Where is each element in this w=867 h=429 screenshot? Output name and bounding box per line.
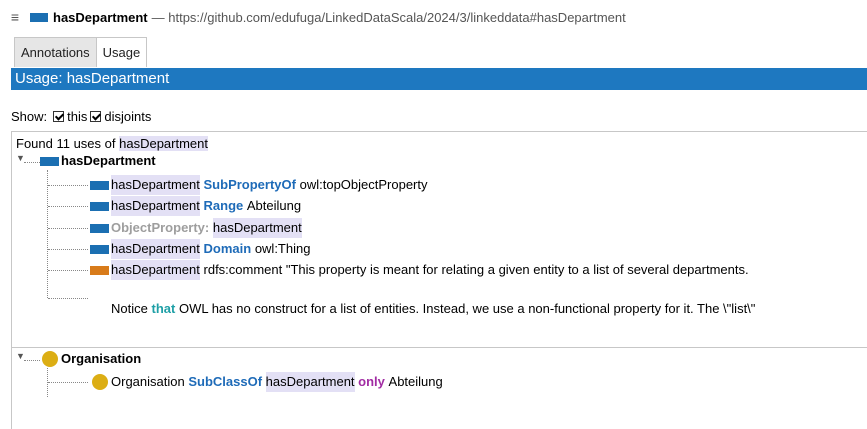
axiom-keyword: SubPropertyOf <box>203 177 296 192</box>
disjoints-checkbox-label: disjoints <box>104 108 152 124</box>
comment-text: Notice <box>111 301 148 316</box>
axiom-subject: hasDepartment <box>111 260 200 280</box>
usage-row[interactable]: hasDepartment SubPropertyOf owl:topObjec… <box>90 175 428 195</box>
axiom-keyword: ObjectProperty: <box>111 220 210 235</box>
axiom-object: hasDepartment <box>212 218 302 238</box>
object-property-icon <box>90 180 109 190</box>
axiom-keyword: Range <box>203 198 244 213</box>
usage-row[interactable]: hasDepartment Domain owl:Thing <box>90 239 310 259</box>
axiom-keyword: Domain <box>203 241 252 256</box>
usage-tree-panel: Found 11 uses of hasDepartment ▼ hasDepa… <box>11 131 867 429</box>
object-property-icon <box>30 12 48 22</box>
comment-keyword: that <box>151 301 176 316</box>
axiom-keyword: SubClassOf <box>188 374 263 389</box>
found-prefix: Found 11 uses of <box>16 136 116 151</box>
axiom-object: Abteilung <box>246 198 302 213</box>
axiom-restriction-keyword: only <box>358 374 385 389</box>
group-header-hasdepartment[interactable]: hasDepartment <box>40 151 156 171</box>
axiom-subject: hasDepartment <box>111 175 200 195</box>
group-header-label: Organisation <box>61 351 142 366</box>
class-icon <box>42 351 58 367</box>
entity-title-bar: ≡ hasDepartment — https://github.com/edu… <box>0 0 867 34</box>
axiom-subject: hasDepartment <box>111 196 200 216</box>
entity-name: hasDepartment <box>53 9 148 25</box>
entity-iri: — https://github.com/edufuga/LinkedDataS… <box>151 9 626 25</box>
usage-row-comment[interactable]: hasDepartment rdfs:comment "This propert… <box>90 260 749 280</box>
show-options: Show: this disjoints <box>11 106 151 126</box>
this-checkbox[interactable] <box>53 110 65 122</box>
this-checkbox-label: this <box>67 108 88 124</box>
comment-continuation: Notice that OWL has no construct for a l… <box>111 299 755 319</box>
object-property-icon <box>40 156 59 166</box>
axiom-property: hasDepartment <box>265 372 355 392</box>
comment-text: OWL has no construct for a list of entit… <box>178 301 756 316</box>
usage-header: Usage: hasDepartment <box>11 68 867 90</box>
group-header-organisation[interactable]: Organisation <box>42 349 141 369</box>
group-header-label: hasDepartment <box>61 153 156 168</box>
view-tabs: Annotations Usage <box>14 37 148 67</box>
axiom-subject: hasDepartment <box>111 239 200 259</box>
found-entity: hasDepartment <box>119 136 209 151</box>
object-property-icon <box>90 244 109 254</box>
usage-row[interactable]: Organisation SubClassOf hasDepartment on… <box>92 372 443 392</box>
menu-icon[interactable]: ≡ <box>8 9 22 25</box>
class-icon <box>92 374 108 390</box>
axiom-object: owl:Thing <box>254 241 311 256</box>
usage-row[interactable]: hasDepartment Range Abteilung <box>90 196 301 216</box>
annotation-property-icon <box>90 265 109 275</box>
show-label: Show: <box>11 108 48 124</box>
tab-annotations[interactable]: Annotations <box>14 37 97 67</box>
axiom-object: Abteilung <box>388 374 443 389</box>
axiom-object: owl:topObjectProperty <box>299 177 428 192</box>
found-count: Found 11 uses of hasDepartment <box>16 136 209 151</box>
usage-row[interactable]: ObjectProperty: hasDepartment <box>90 218 302 238</box>
tab-usage[interactable]: Usage <box>96 37 148 67</box>
axiom-comment: rdfs:comment "This property is meant for… <box>203 262 749 277</box>
disjoints-checkbox[interactable] <box>90 110 102 122</box>
object-property-icon <box>90 223 109 233</box>
object-property-icon <box>90 201 109 211</box>
axiom-subject: Organisation <box>111 374 185 389</box>
group-separator <box>12 347 867 348</box>
